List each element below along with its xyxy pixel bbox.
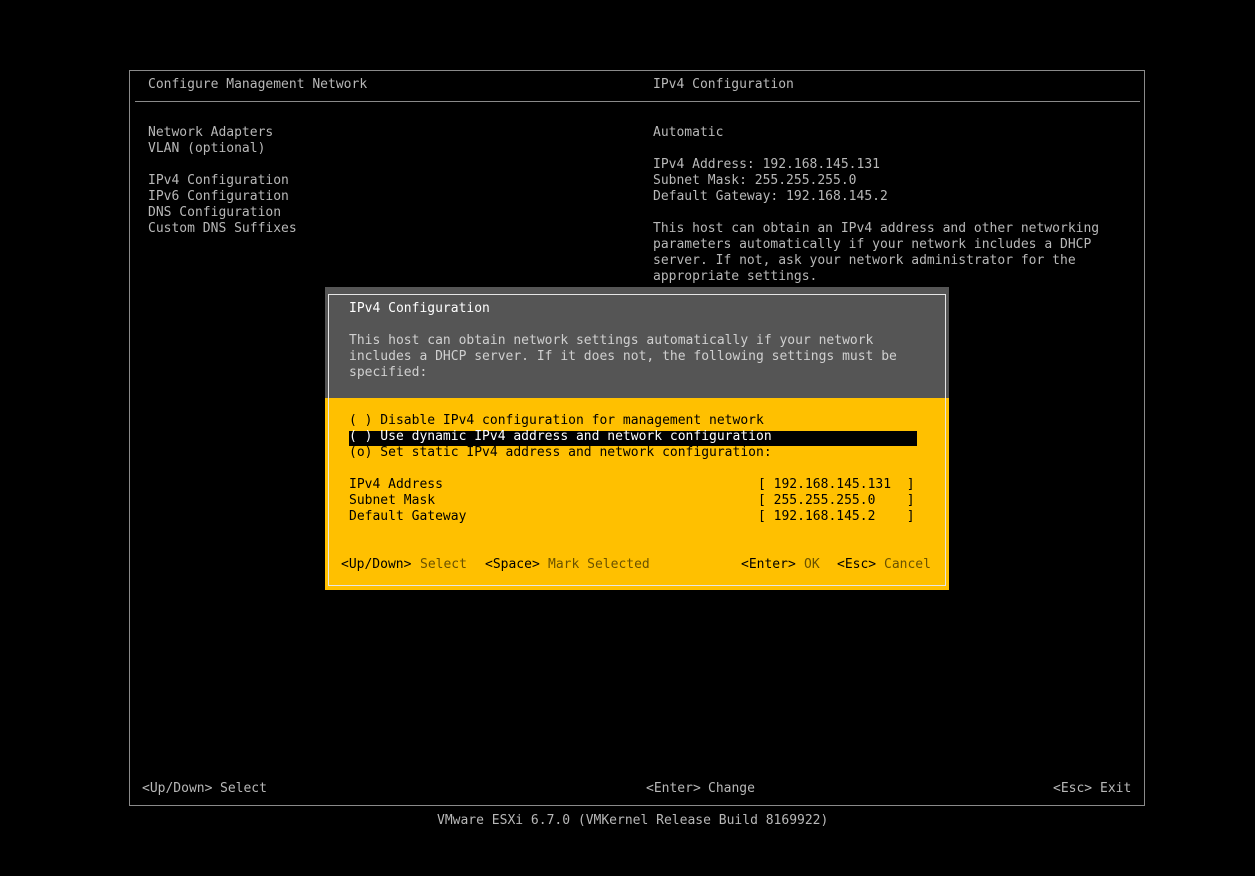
subnet-mask-info: Subnet Mask: 255.255.255.0 [653, 173, 857, 188]
menu-item-vlan[interactable]: VLAN (optional) [148, 141, 265, 157]
option-static-ipv4[interactable]: (o) Set static IPv4 address and network … [349, 445, 772, 461]
footer-updown-label: Select [220, 781, 267, 796]
footer-updown-key: <Up/Down> [142, 781, 213, 796]
subnet-mask-label: Subnet Mask [349, 493, 436, 508]
menu-item-network-adapters[interactable]: Network Adapters [148, 125, 273, 141]
menu-item-ipv6-configuration[interactable]: IPv6 Configuration [148, 189, 289, 205]
updown-key-hint: <Up/Down> [341, 557, 412, 572]
subnet-mask-field[interactable]: [ 255.255.255.0 ] [758, 493, 915, 509]
footer-enter-label: Change [708, 781, 755, 796]
footer-esc-label: Exit [1100, 781, 1132, 796]
info-description-line: parameters automatically if your network… [653, 237, 1092, 252]
default-gateway-label: Default Gateway [349, 509, 467, 524]
right-panel-title: IPv4 Configuration [653, 77, 794, 92]
header-divider [135, 101, 1140, 102]
ipv4-address-field[interactable]: [ 192.168.145.131 ] [758, 477, 915, 493]
cancel-button[interactable]: Cancel [884, 557, 931, 573]
ipv4-mode-value: Automatic [653, 125, 724, 140]
default-gateway-field[interactable]: [ 192.168.145.2 ] [758, 509, 915, 525]
footer-esc-key: <Esc> [1053, 781, 1093, 796]
menu-item-dns-configuration[interactable]: DNS Configuration [148, 205, 281, 221]
ipv4-address-info: IPv4 Address: 192.168.145.131 [653, 157, 880, 172]
menu-item-custom-dns-suffixes[interactable]: Custom DNS Suffixes [148, 221, 297, 237]
space-key-label: Mark Selected [548, 557, 650, 572]
space-key-hint: <Space> [485, 557, 540, 572]
ok-key-hint[interactable]: <Enter> [741, 557, 796, 573]
ipv4-address-label: IPv4 Address [349, 477, 443, 492]
menu-item-ipv4-configuration[interactable]: IPv4 Configuration [148, 173, 289, 189]
option-disable-ipv4[interactable]: ( ) Disable IPv4 configuration for manag… [349, 413, 764, 429]
info-description-line: This host can obtain an IPv4 address and… [653, 221, 1100, 236]
option-dynamic-ipv4[interactable]: ( ) Use dynamic IPv4 address and network… [349, 429, 772, 445]
left-panel-title: Configure Management Network [148, 77, 368, 92]
cancel-key-hint[interactable]: <Esc> [837, 557, 876, 573]
info-description-line: server. If not, ask your network adminis… [653, 253, 1076, 268]
ipv4-configuration-dialog: IPv4 Configuration This host can obtain … [325, 287, 949, 590]
default-gateway-info: Default Gateway: 192.168.145.2 [653, 189, 888, 204]
version-info: VMware ESXi 6.7.0 (VMKernel Release Buil… [437, 813, 829, 828]
footer-enter-key: <Enter> [646, 781, 701, 796]
updown-key-label: Select [420, 557, 467, 572]
ok-button[interactable]: OK [804, 557, 820, 573]
info-description-line: appropriate settings. [653, 269, 818, 284]
